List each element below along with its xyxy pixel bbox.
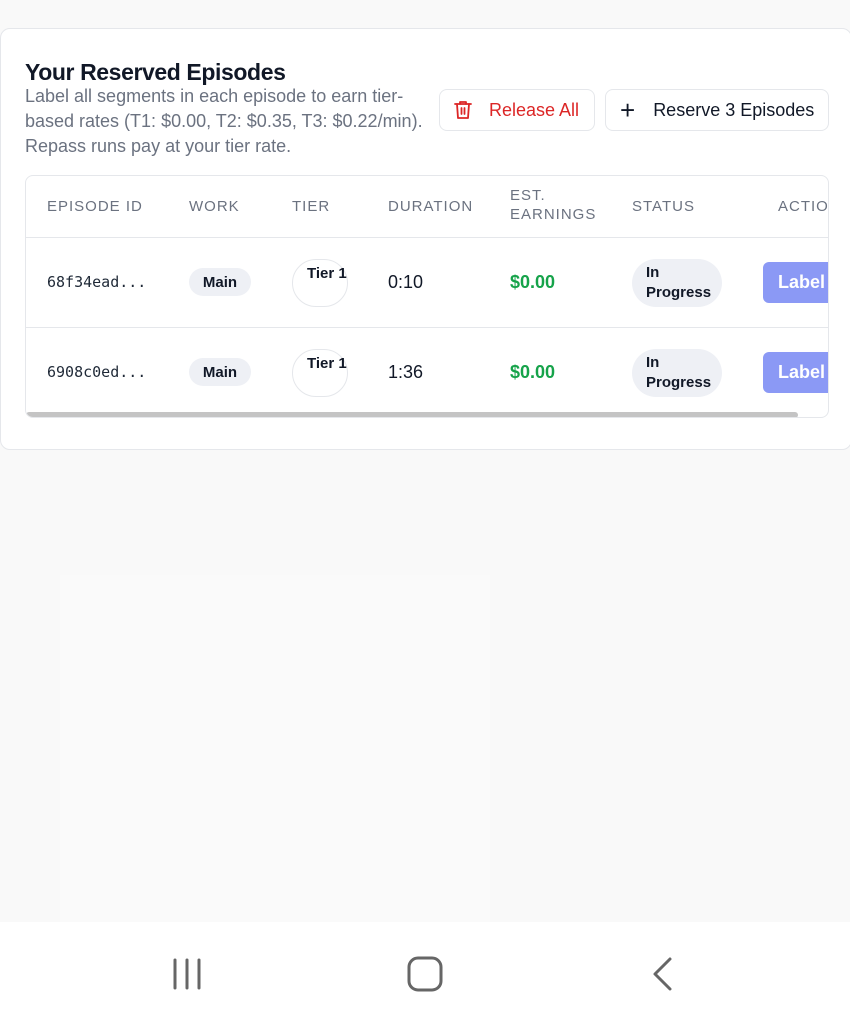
reserved-episodes-card: Your Reserved Episodes Label all segment… <box>0 28 850 450</box>
header-actions: ACTIONS <box>778 198 829 215</box>
episodes-table: EPISODE ID WORK TIER DURATION EST. EARNI… <box>25 175 829 418</box>
est-earnings: $0.00 <box>510 362 556 382</box>
recent-apps-icon[interactable] <box>170 957 204 991</box>
label-button[interactable]: Label <box>763 352 828 393</box>
label-button[interactable]: Label <box>763 262 828 303</box>
empty-area <box>60 575 490 925</box>
card-title: Your Reserved Episodes <box>25 59 286 85</box>
back-icon[interactable] <box>650 956 676 992</box>
status-badge: In Progress <box>632 259 722 307</box>
release-all-button[interactable]: Release All <box>439 89 595 131</box>
header-duration: DURATION <box>388 198 474 215</box>
home-icon[interactable] <box>406 955 444 993</box>
duration: 0:10 <box>388 272 424 292</box>
horizontal-scrollbar[interactable] <box>26 412 798 417</box>
episode-id: 68f34ead... <box>47 273 147 291</box>
tier-badge: Tier 1 <box>292 349 348 397</box>
release-all-label: Release All <box>489 99 580 120</box>
reserve-episodes-button[interactable]: + Reserve 3 Episodes <box>605 89 829 131</box>
est-earnings: $0.00 <box>510 272 556 292</box>
reserve-episodes-label: Reserve 3 Episodes <box>653 99 815 120</box>
work-badge: Main <box>189 358 251 386</box>
duration: 1:36 <box>388 362 424 382</box>
header-episode-id: EPISODE ID <box>47 198 143 215</box>
header-work: WORK <box>189 198 240 215</box>
plus-icon: + <box>620 95 636 125</box>
table-header: EPISODE ID WORK TIER DURATION EST. EARNI… <box>26 176 828 238</box>
header-status: STATUS <box>632 198 695 215</box>
work-badge: Main <box>189 268 251 296</box>
trash-icon <box>454 101 472 119</box>
status-badge: In Progress <box>632 349 722 397</box>
episode-id: 6908c0ed... <box>47 363 147 381</box>
table-row: 68f34ead... Main Tier 1 0:10 $0.00 In Pr… <box>26 238 828 328</box>
table-row: 6908c0ed... Main Tier 1 1:36 $0.00 In Pr… <box>26 328 828 417</box>
card-description: Label all segments in each episode to ea… <box>25 86 433 156</box>
header-est-earnings: EST. EARNINGS <box>510 187 597 223</box>
system-nav-bar <box>0 922 850 1024</box>
tier-badge: Tier 1 <box>292 259 348 307</box>
header-tier: TIER <box>292 198 331 215</box>
